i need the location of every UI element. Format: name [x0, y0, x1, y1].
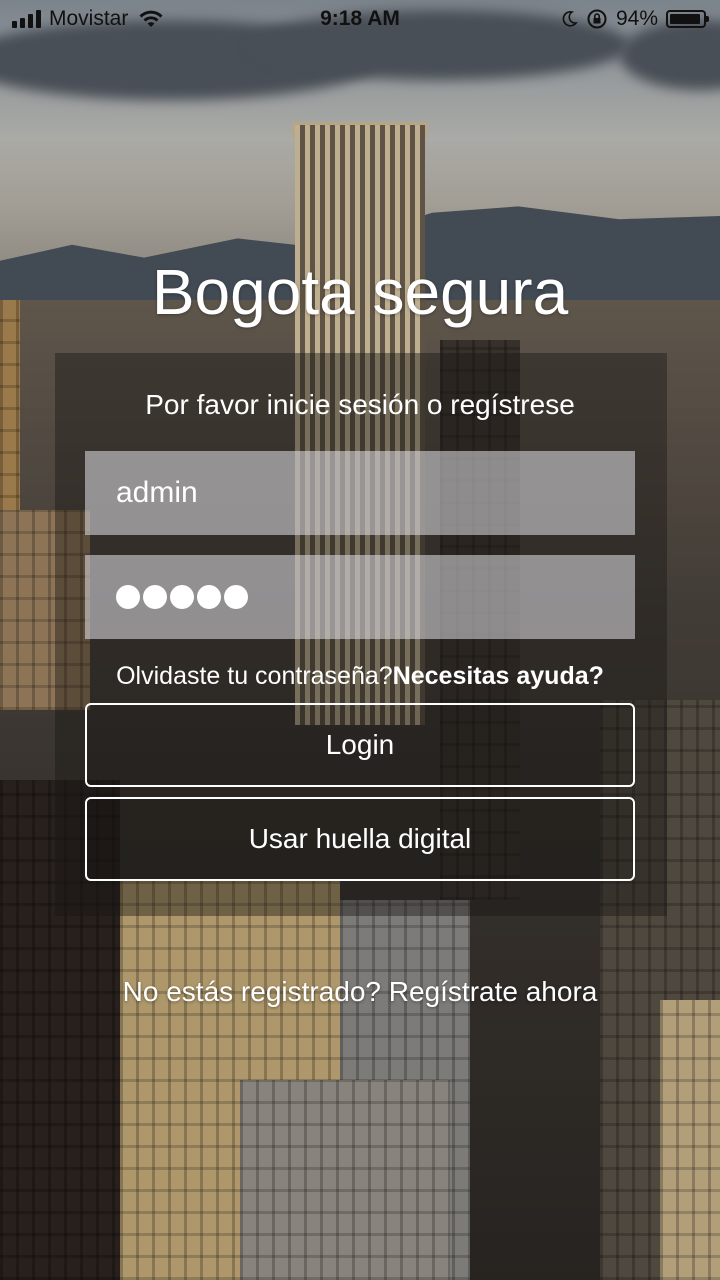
need-help-link[interactable]: Necesitas ayuda?	[393, 662, 604, 690]
password-dot	[116, 585, 140, 609]
rotation-lock-icon	[587, 9, 607, 29]
login-button[interactable]: Login	[85, 703, 635, 787]
app-title: Bogota segura	[151, 256, 569, 328]
help-links: Olvidaste tu contraseña?Necesitas ayuda?	[0, 656, 720, 696]
password-dot	[143, 585, 167, 609]
password-dot	[170, 585, 194, 609]
login-prompt: Por favor inicie sesión o regístrese	[145, 389, 575, 420]
fingerprint-button[interactable]: Usar huella digital	[85, 797, 635, 881]
login-button-label: Login	[325, 729, 395, 760]
password-dot	[197, 585, 221, 609]
battery-icon	[666, 10, 709, 28]
password-input[interactable]	[85, 555, 635, 639]
username-input[interactable]: admin	[85, 451, 635, 535]
register-link[interactable]: No estás registrado? Regístrate ahora	[0, 972, 720, 1012]
username-value: admin	[116, 476, 198, 509]
status-bar-right: 94%	[560, 7, 709, 31]
fingerprint-button-label: Usar huella digital	[248, 823, 472, 854]
status-bar: Movistar 9:18 AM 94%	[0, 0, 720, 40]
password-dot	[224, 585, 248, 609]
moon-icon	[562, 11, 578, 27]
password-mask	[116, 585, 248, 609]
battery-percent: 94%	[615, 7, 658, 30]
login-screen: Movistar 9:18 AM 94% Bogota segura Por f…	[0, 0, 720, 1280]
forgot-password-link[interactable]: Olvidaste tu contraseña?	[116, 662, 393, 690]
